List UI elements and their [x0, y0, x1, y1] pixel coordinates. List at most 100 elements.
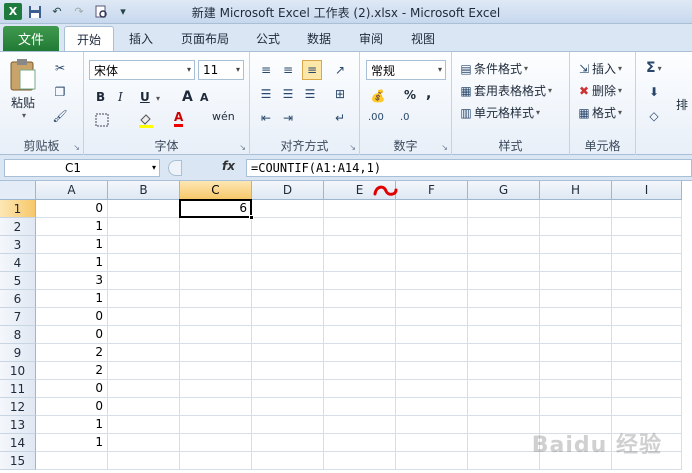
cell-g5[interactable]: [468, 272, 540, 290]
cell-a8[interactable]: 0: [36, 326, 108, 344]
formula-input[interactable]: =COUNTIF(A1:A14,1): [246, 159, 692, 177]
tab-file[interactable]: 文件: [3, 26, 59, 51]
row-header-11[interactable]: 11: [0, 380, 36, 398]
cell-f7[interactable]: [396, 308, 468, 326]
orientation-icon[interactable]: ↗: [332, 62, 348, 78]
cell-b9[interactable]: [108, 344, 180, 362]
align-top-icon[interactable]: ≡: [258, 62, 274, 78]
row-header-4[interactable]: 4: [0, 254, 36, 272]
column-header-c[interactable]: C: [180, 181, 252, 200]
cell-f15[interactable]: [396, 452, 468, 470]
cell-g7[interactable]: [468, 308, 540, 326]
cell-a11[interactable]: 0: [36, 380, 108, 398]
cell-e1[interactable]: [324, 200, 396, 218]
cell-a3[interactable]: 1: [36, 236, 108, 254]
decrease-indent-icon[interactable]: ⇤: [258, 110, 274, 126]
format-painter-icon[interactable]: 🖌: [52, 108, 68, 124]
cell-f9[interactable]: [396, 344, 468, 362]
column-header-f[interactable]: F: [396, 181, 468, 200]
insert-function-icon[interactable]: fx: [222, 159, 235, 173]
bold-button[interactable]: B: [96, 90, 105, 104]
row-header-10[interactable]: 10: [0, 362, 36, 380]
cell-b3[interactable]: [108, 236, 180, 254]
tab-page-layout[interactable]: 页面布局: [170, 26, 240, 51]
sort-filter-button[interactable]: 排: [676, 96, 688, 113]
cell-e7[interactable]: [324, 308, 396, 326]
cell-g12[interactable]: [468, 398, 540, 416]
format-as-table-button[interactable]: ▦ 套用表格格式 ▾: [458, 82, 552, 99]
cell-e12[interactable]: [324, 398, 396, 416]
cell-i2[interactable]: [612, 218, 682, 236]
cell-e5[interactable]: [324, 272, 396, 290]
cell-d1[interactable]: [252, 200, 324, 218]
cell-c11[interactable]: [180, 380, 252, 398]
row-header-8[interactable]: 8: [0, 326, 36, 344]
column-header-b[interactable]: B: [108, 181, 180, 200]
number-launcher-icon[interactable]: ↘: [441, 143, 448, 152]
cell-f1[interactable]: [396, 200, 468, 218]
cell-a1[interactable]: 0: [36, 200, 108, 218]
collapse-handle[interactable]: [168, 160, 182, 176]
cell-b2[interactable]: [108, 218, 180, 236]
cell-f13[interactable]: [396, 416, 468, 434]
cell-h8[interactable]: [540, 326, 612, 344]
cell-f6[interactable]: [396, 290, 468, 308]
cell-e8[interactable]: [324, 326, 396, 344]
cell-d6[interactable]: [252, 290, 324, 308]
cell-c5[interactable]: [180, 272, 252, 290]
cell-b14[interactable]: [108, 434, 180, 452]
cell-i9[interactable]: [612, 344, 682, 362]
wrap-text-icon[interactable]: ↵: [332, 110, 348, 126]
cell-b13[interactable]: [108, 416, 180, 434]
clear-icon[interactable]: ◇: [646, 108, 662, 124]
cell-d5[interactable]: [252, 272, 324, 290]
align-right-icon[interactable]: ☰: [302, 86, 318, 102]
cut-icon[interactable]: ✂: [52, 60, 68, 76]
number-format-combo[interactable]: 常规 ▾: [366, 60, 446, 80]
cell-g2[interactable]: [468, 218, 540, 236]
cell-a2[interactable]: 1: [36, 218, 108, 236]
cell-g4[interactable]: [468, 254, 540, 272]
cell-h5[interactable]: [540, 272, 612, 290]
fill-handle[interactable]: [249, 215, 254, 220]
row-header-2[interactable]: 2: [0, 218, 36, 236]
clipboard-launcher-icon[interactable]: ↘: [73, 143, 80, 152]
cell-f8[interactable]: [396, 326, 468, 344]
cell-f2[interactable]: [396, 218, 468, 236]
cell-c8[interactable]: [180, 326, 252, 344]
alignment-launcher-icon[interactable]: ↘: [349, 143, 356, 152]
cell-d3[interactable]: [252, 236, 324, 254]
comma-button[interactable]: ,: [426, 86, 431, 102]
font-name-combo[interactable]: 宋体 ▾: [89, 60, 195, 80]
row-header-14[interactable]: 14: [0, 434, 36, 452]
align-bottom-icon[interactable]: ≡: [302, 60, 322, 80]
column-header-h[interactable]: H: [540, 181, 612, 200]
cell-h9[interactable]: [540, 344, 612, 362]
name-box-dropdown-icon[interactable]: ▾: [152, 163, 156, 172]
cell-g11[interactable]: [468, 380, 540, 398]
cell-d7[interactable]: [252, 308, 324, 326]
cell-h4[interactable]: [540, 254, 612, 272]
cell-c2[interactable]: [180, 218, 252, 236]
fill-color-icon[interactable]: [138, 112, 154, 128]
cell-d11[interactable]: [252, 380, 324, 398]
row-header-1[interactable]: 1: [0, 200, 36, 218]
cell-g15[interactable]: [468, 452, 540, 470]
cell-e10[interactable]: [324, 362, 396, 380]
row-header-5[interactable]: 5: [0, 272, 36, 290]
cell-b15[interactable]: [108, 452, 180, 470]
cell-b12[interactable]: [108, 398, 180, 416]
cell-g10[interactable]: [468, 362, 540, 380]
cell-d9[interactable]: [252, 344, 324, 362]
cell-d14[interactable]: [252, 434, 324, 452]
cell-c12[interactable]: [180, 398, 252, 416]
cell-i8[interactable]: [612, 326, 682, 344]
cell-a12[interactable]: 0: [36, 398, 108, 416]
cell-e3[interactable]: [324, 236, 396, 254]
cell-c6[interactable]: [180, 290, 252, 308]
cell-g9[interactable]: [468, 344, 540, 362]
cell-h12[interactable]: [540, 398, 612, 416]
cell-f3[interactable]: [396, 236, 468, 254]
increase-decimal-button[interactable]: .00: [368, 112, 384, 123]
select-all-corner[interactable]: [0, 181, 36, 200]
